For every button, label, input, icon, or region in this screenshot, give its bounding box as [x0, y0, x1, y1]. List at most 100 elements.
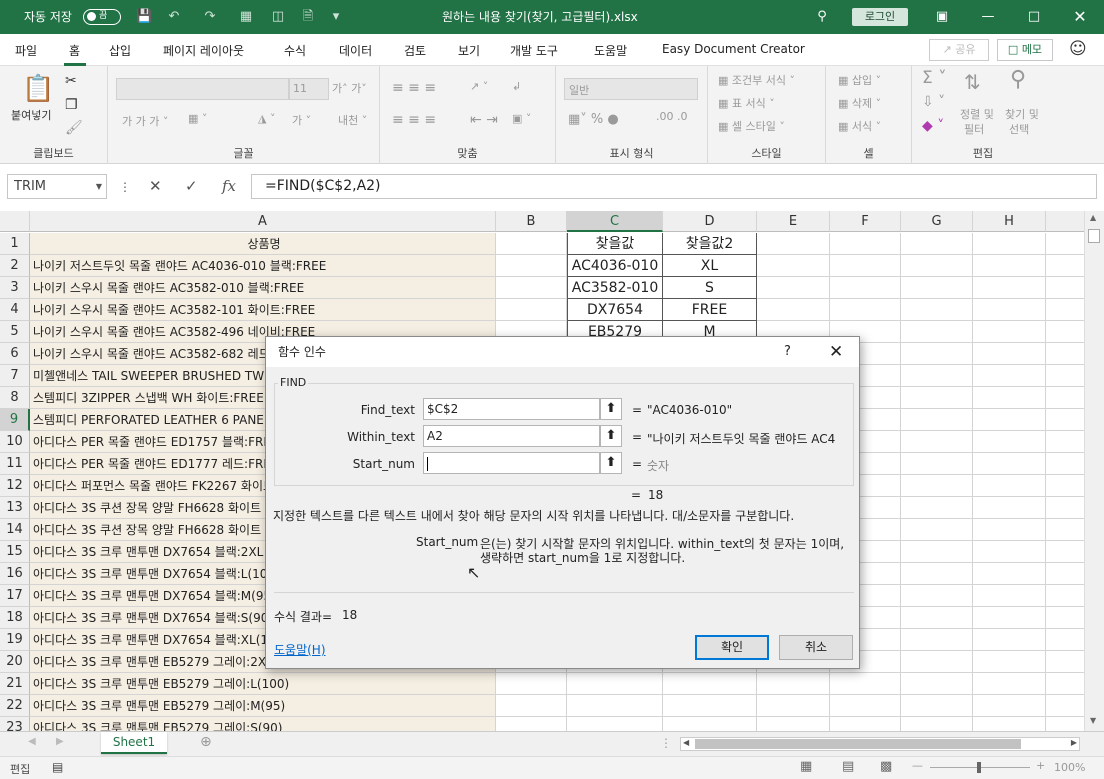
row-header[interactable]: 17: [0, 585, 30, 607]
cell-g[interactable]: [901, 695, 973, 717]
cell-h[interactable]: [973, 651, 1046, 673]
cell-d[interactable]: FREE: [663, 299, 757, 321]
fill-color-icon[interactable]: ◮ ˅: [258, 112, 275, 125]
cell-h[interactable]: [973, 409, 1046, 431]
cell-h[interactable]: [973, 519, 1046, 541]
clear-icon[interactable]: ◆ ˅: [922, 118, 944, 134]
find-select-label-2[interactable]: 선택: [1009, 121, 1029, 137]
cell-g[interactable]: [901, 585, 973, 607]
font-grow-icon[interactable]: 가˄ 가˅: [332, 80, 367, 96]
delete-cells[interactable]: ▦ 삭제 ˅: [838, 95, 881, 111]
cell-b[interactable]: [496, 673, 567, 695]
cell-a[interactable]: 아디다스 3S 크루 맨투맨 EB5279 그레이:S(90): [30, 717, 496, 731]
cell-i[interactable]: [1046, 299, 1084, 321]
row-header[interactable]: 4: [0, 299, 30, 321]
cell-c[interactable]: AC3582-010: [567, 277, 663, 299]
tab-page-layout[interactable]: 페이지 레이아웃: [163, 42, 244, 59]
format-cells[interactable]: ▦ 서식 ˅: [838, 118, 881, 134]
cell-g[interactable]: [901, 717, 973, 731]
fill-icon[interactable]: ⇩ ˅: [922, 94, 945, 110]
insert-function-icon[interactable]: fx: [222, 177, 236, 195]
cell-i[interactable]: [1046, 673, 1084, 695]
customize-icon[interactable]: ▾: [328, 9, 344, 25]
new-file-icon[interactable]: 🗎: [300, 9, 316, 25]
arg-input-start-num[interactable]: [423, 452, 600, 474]
cell-f[interactable]: [830, 695, 901, 717]
cell-a[interactable]: 나이키 저스트두잇 목줄 랜야드 AC4036-010 블랙:FREE: [30, 255, 496, 277]
cell-a[interactable]: 아디다스 3S 크루 맨투맨 EB5279 그레이:M(95): [30, 695, 496, 717]
collapse-dialog-icon[interactable]: ⬆: [600, 425, 622, 447]
sheet-tab-sheet1[interactable]: Sheet1: [101, 732, 167, 754]
tab-formulas[interactable]: 수식: [284, 42, 306, 59]
tab-easy-document-creator[interactable]: Easy Document Creator: [662, 42, 805, 56]
cell-g[interactable]: [901, 519, 973, 541]
cell-i[interactable]: [1046, 629, 1084, 651]
cell-c[interactable]: 찾을값: [567, 233, 663, 255]
feedback-icon[interactable]: ☺: [1069, 39, 1087, 59]
cell-i[interactable]: [1046, 343, 1084, 365]
column-header-e[interactable]: E: [757, 211, 830, 232]
macro-record-icon[interactable]: ▤: [52, 760, 63, 774]
tab-view[interactable]: 보기: [458, 42, 480, 59]
row-header[interactable]: 9: [0, 409, 30, 431]
form-icon[interactable]: ◫: [270, 9, 286, 25]
normal-view-icon[interactable]: ▦: [800, 759, 812, 774]
row-header[interactable]: 20: [0, 651, 30, 673]
paste-label[interactable]: 붙여넣기: [11, 107, 51, 123]
row-header[interactable]: 8: [0, 387, 30, 409]
login-button[interactable]: 로그인: [852, 8, 908, 26]
vertical-scrollbar[interactable]: ▲ ▼: [1084, 211, 1104, 731]
cancel-button[interactable]: 취소: [779, 635, 853, 660]
scroll-left-icon[interactable]: ◀: [683, 738, 689, 747]
cell-g[interactable]: [901, 497, 973, 519]
cell-g[interactable]: [901, 431, 973, 453]
decimal-icons[interactable]: .00 .0: [656, 110, 688, 123]
name-box[interactable]: TRIM ▼: [7, 174, 107, 199]
row-header[interactable]: 6: [0, 343, 30, 365]
cell-i[interactable]: [1046, 585, 1084, 607]
sort-filter-icon[interactable]: ⇅: [964, 72, 981, 92]
cell-i[interactable]: [1046, 277, 1084, 299]
cell-b[interactable]: [496, 277, 567, 299]
cell-f[interactable]: [830, 299, 901, 321]
arg-input-find-text[interactable]: $C$2: [423, 398, 600, 420]
cell-i[interactable]: [1046, 255, 1084, 277]
font-size-box[interactable]: 11: [289, 78, 329, 100]
conditional-format[interactable]: ▦ 조건부 서식 ˅: [718, 72, 795, 88]
row-header[interactable]: 12: [0, 475, 30, 497]
cell-h[interactable]: [973, 673, 1046, 695]
cell-b[interactable]: [496, 695, 567, 717]
row-header[interactable]: 19: [0, 629, 30, 651]
ok-button[interactable]: 확인: [695, 635, 769, 660]
cell-g[interactable]: [901, 321, 973, 343]
cell-g[interactable]: [901, 409, 973, 431]
column-header-a[interactable]: A: [30, 211, 496, 232]
cell-d[interactable]: [663, 695, 757, 717]
undo-icon[interactable]: ↶: [166, 9, 182, 25]
cell-c[interactable]: DX7654: [567, 299, 663, 321]
row-header[interactable]: 3: [0, 277, 30, 299]
cell-i[interactable]: [1046, 431, 1084, 453]
row-header[interactable]: 21: [0, 673, 30, 695]
row-header[interactable]: 5: [0, 321, 30, 343]
cell-i[interactable]: [1046, 321, 1084, 343]
cell-h[interactable]: [973, 607, 1046, 629]
cell-b[interactable]: [496, 255, 567, 277]
cell-g[interactable]: [901, 255, 973, 277]
zoom-in-icon[interactable]: +: [1036, 759, 1045, 772]
find-select-label[interactable]: 찾기 및: [1005, 106, 1039, 122]
cell-d[interactable]: XL: [663, 255, 757, 277]
confirm-entry-icon[interactable]: ✓: [185, 177, 198, 195]
cell-i[interactable]: [1046, 541, 1084, 563]
collapse-dialog-icon[interactable]: ⬆: [600, 452, 622, 474]
row-header[interactable]: 18: [0, 607, 30, 629]
horizontal-align-icons[interactable]: ≡ ≡ ≡: [392, 112, 436, 128]
cell-styles[interactable]: ▦ 셀 스타일 ˅: [718, 118, 785, 134]
column-header-i[interactable]: [1046, 211, 1084, 232]
formula-input[interactable]: =FIND($C$2,A2): [251, 174, 1097, 199]
scroll-up-icon[interactable]: ▲: [1090, 213, 1096, 222]
cell-c[interactable]: [567, 695, 663, 717]
arg-input-within-text[interactable]: A2: [423, 425, 600, 447]
cell-g[interactable]: [901, 607, 973, 629]
cell-i[interactable]: [1046, 409, 1084, 431]
